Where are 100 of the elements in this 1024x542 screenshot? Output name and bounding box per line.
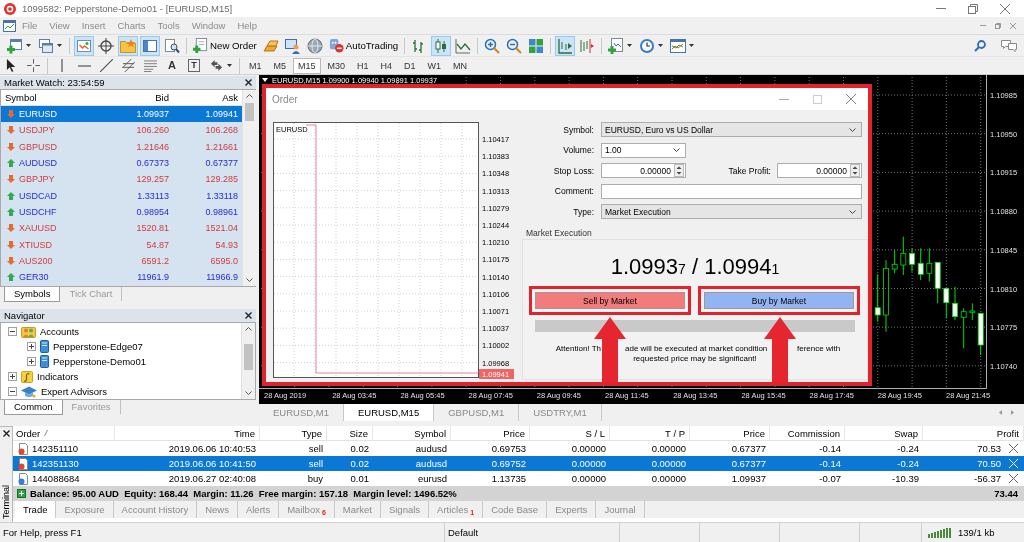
caret-icon[interactable] <box>627 44 633 47</box>
timeframe-button[interactable]: H4 <box>375 57 398 74</box>
column-header[interactable]: Order <box>13 426 115 440</box>
caret-down-icon[interactable] <box>246 278 253 282</box>
caret-icon[interactable] <box>57 44 62 47</box>
tree-item[interactable]: Accounts <box>40 326 80 337</box>
column-header[interactable]: Size <box>327 426 373 440</box>
horizontal-line-icon[interactable] <box>77 63 91 68</box>
timeframe-button[interactable]: M5 <box>268 57 292 74</box>
symbol-row[interactable]: AUDUSD 0.67373 0.67377 <box>1 154 242 172</box>
symbol-row[interactable]: USDJPY 106.260 106.268 <box>1 122 242 139</box>
caret-right-icon[interactable] <box>1011 410 1014 415</box>
spinner-icon[interactable] <box>674 164 684 177</box>
arrows-icon[interactable] <box>209 59 223 72</box>
scrollbar[interactable] <box>242 90 256 286</box>
symbol-select[interactable]: EURUSD, Euro vs US Dollar <box>601 122 862 137</box>
new-chart-icon[interactable] <box>7 37 23 54</box>
tab[interactable]: Common <box>4 400 63 415</box>
collapse-icon[interactable] <box>8 327 17 336</box>
column-header[interactable]: Time <box>115 426 260 440</box>
scrollbar[interactable] <box>241 323 255 399</box>
text-label-button[interactable]: T <box>188 59 200 72</box>
column-header[interactable]: Commission <box>770 426 845 440</box>
caret-icon[interactable] <box>849 127 856 132</box>
symbol-row[interactable]: XAUUSD 1520.81 1521.04 <box>1 220 242 237</box>
take-profit-field[interactable]: 0.00000 <box>777 163 862 178</box>
timeframe-button[interactable]: M30 <box>322 57 351 74</box>
caret-icon[interactable] <box>262 78 268 82</box>
tree-item[interactable]: Expert Advisors <box>41 386 107 397</box>
chat-icon[interactable] <box>1000 39 1018 52</box>
column-header[interactable]: Swap <box>845 426 923 440</box>
caret-icon[interactable] <box>227 64 232 67</box>
tree-item[interactable]: Indicators <box>37 371 79 382</box>
table-row[interactable]: 142351130 2019.06.06 10:41:50 sell 0.02 audusd 0.69752 0.00000 0.00000 0.67377 -0.14 -0.24 70.50 <box>13 456 1024 471</box>
tile-windows-icon[interactable] <box>528 37 545 54</box>
text-tool-button[interactable]: A <box>164 58 180 73</box>
expand-icon[interactable] <box>27 357 36 366</box>
column-header[interactable]: Symbol <box>1 92 105 103</box>
caret-left-icon[interactable] <box>999 410 1002 415</box>
crosshair-icon[interactable] <box>26 59 40 72</box>
buy-button[interactable]: Buy by Market <box>704 292 854 309</box>
symbol-row[interactable]: USDCHF 0.98954 0.98961 <box>1 203 242 221</box>
stop-loss-field[interactable]: 0.00000 <box>601 163 686 178</box>
timeframe-button[interactable]: M15 <box>293 57 321 74</box>
column-header[interactable]: Price <box>451 426 530 440</box>
symbol-row[interactable]: GBPJPY 129.257 129.285 <box>1 171 242 188</box>
caret-up-icon[interactable] <box>245 327 252 331</box>
zoom-in-icon[interactable] <box>484 37 501 54</box>
clock-icon[interactable] <box>639 37 656 54</box>
ingot-stack-icon[interactable] <box>262 37 279 54</box>
column-header[interactable]: Symbol <box>373 426 451 440</box>
sell-button[interactable]: Sell by Market <box>535 292 685 309</box>
close-icon[interactable] <box>2 430 10 437</box>
channel-icon[interactable] <box>121 59 135 72</box>
collapse-icon[interactable] <box>8 387 17 396</box>
tab[interactable]: EURUSD,M15 <box>343 404 435 421</box>
tab[interactable]: Symbols <box>4 287 61 302</box>
globe-icon[interactable] <box>306 37 323 54</box>
chart-window-icon[interactable] <box>74 35 94 56</box>
auto-trading-button[interactable]: AutoTrading <box>325 35 402 56</box>
restore-icon[interactable] <box>968 3 978 14</box>
column-header[interactable]: T / P <box>610 426 690 440</box>
timeframe-button[interactable]: MN <box>448 57 473 74</box>
symbol-row[interactable]: AUS200 6591.2 6595.0 <box>1 252 242 269</box>
user-monitor-icon[interactable] <box>284 37 301 54</box>
zoom-out-icon[interactable] <box>506 37 523 54</box>
caret-icon[interactable] <box>673 148 680 152</box>
symbol-row[interactable]: EURUSD 1.09937 1.09941 <box>1 106 242 123</box>
close-icon[interactable] <box>245 312 252 319</box>
caret-icon[interactable] <box>849 209 856 214</box>
chart-template-icon[interactable] <box>670 37 687 54</box>
table-row[interactable]: 144088684 2019.06.27 02:40:08 buy 0.01 eurusd 1.13735 0.00000 0.00000 1.09937 -0.07 -10.39 -56.37 <box>13 471 1024 486</box>
symbol-row[interactable]: XTIUSD 54.87 54.93 <box>1 236 242 253</box>
fibonacci-icon[interactable] <box>143 59 157 72</box>
scrollbar-thumb[interactable] <box>245 103 254 121</box>
chart-window-icon[interactable] <box>3 19 16 32</box>
expand-icon[interactable] <box>27 342 36 351</box>
scrollbar-thumb[interactable] <box>244 344 253 370</box>
timeframe-button[interactable]: D1 <box>399 57 421 74</box>
expand-icon[interactable] <box>8 372 17 381</box>
caret-icon[interactable] <box>26 44 31 47</box>
comment-field[interactable] <box>601 183 862 199</box>
close-icon[interactable] <box>245 79 252 86</box>
volume-select[interactable]: 1.00 <box>601 142 686 158</box>
new-order-button[interactable]: New Order <box>190 35 260 56</box>
symbol-row[interactable]: GBPUSD 1.21646 1.21661 <box>1 138 242 155</box>
caret-down-icon[interactable] <box>245 391 252 395</box>
candlestick-icon[interactable] <box>431 35 452 56</box>
timeframe-button[interactable]: W1 <box>422 57 447 74</box>
caret-icon[interactable] <box>689 44 695 47</box>
restore-icon[interactable] <box>995 22 1001 29</box>
symbol-row[interactable]: USDCAD 1.33113 1.33118 <box>1 187 242 204</box>
timeframe-button[interactable]: M1 <box>244 57 267 74</box>
column-header[interactable]: Ask <box>173 92 242 103</box>
type-select[interactable]: Market Execution <box>601 204 862 219</box>
caret-up-icon[interactable] <box>246 94 253 98</box>
symbol-row[interactable]: GER30 11961.9 11966.9 <box>1 268 242 286</box>
trend-line-icon[interactable] <box>99 59 113 72</box>
timeframe-button[interactable]: H1 <box>352 57 374 74</box>
vertical-line-icon[interactable] <box>60 59 64 72</box>
